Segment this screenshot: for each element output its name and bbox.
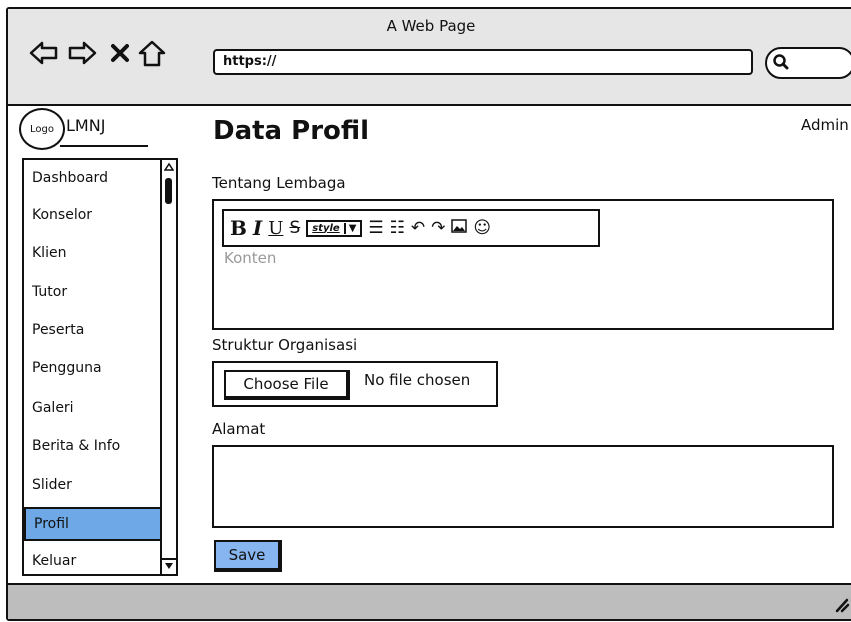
status-bar	[8, 583, 851, 619]
emoji-icon[interactable]: ☺	[473, 218, 491, 238]
search-icon	[773, 54, 789, 70]
sidebar-scrollbar[interactable]	[160, 160, 176, 574]
redo-icon[interactable]: ↷	[431, 218, 445, 238]
window-title: A Web Page	[386, 17, 476, 35]
scroll-up-icon[interactable]	[164, 162, 174, 172]
home-icon[interactable]	[136, 39, 168, 67]
undo-icon[interactable]: ↶	[411, 218, 425, 238]
save-button[interactable]: Save	[214, 540, 282, 572]
sidebar-item-slider[interactable]: Slider	[24, 467, 162, 503]
sidebar-item-profil[interactable]: Profil	[24, 507, 162, 541]
sidebar-item-klien[interactable]: Klien	[24, 235, 162, 271]
file-input[interactable]: Choose File No file chosen	[212, 361, 498, 407]
resize-grip-icon[interactable]	[834, 597, 850, 613]
sidebar-item-dashboard[interactable]: Dashboard	[24, 160, 162, 196]
alamat-textarea[interactable]	[212, 445, 834, 528]
address-bar[interactable]: https://	[213, 49, 753, 75]
sidebar-item-konselor[interactable]: Konselor	[24, 197, 162, 233]
brand-divider	[60, 145, 148, 147]
sidebar-item-tutor[interactable]: Tutor	[24, 274, 162, 310]
rich-text-editor[interactable]: B I U S style ▼ ☰ ☷ ↶ ↷ ☺ Konten	[212, 199, 834, 330]
brand-name: LMNJ	[66, 116, 106, 135]
sidebar-menu: Dashboard Konselor Klien Tutor Peserta P…	[22, 158, 178, 576]
editor-placeholder: Konten	[224, 249, 277, 267]
alamat-label: Alamat	[212, 420, 266, 438]
scroll-down-icon[interactable]	[162, 558, 176, 572]
sidebar-item-keluar[interactable]: Keluar	[24, 543, 162, 579]
sidebar-item-berita[interactable]: Berita & Info	[24, 428, 162, 464]
user-label[interactable]: Admin	[801, 116, 849, 134]
style-dropdown[interactable]: style ▼	[306, 219, 363, 237]
browser-chrome: A Web Page https://	[8, 9, 851, 106]
bullet-list-icon[interactable]: ☰	[368, 218, 383, 238]
page-title: Data Profil	[213, 116, 370, 146]
style-dropdown-label: style	[312, 222, 340, 234]
forward-icon[interactable]	[66, 39, 98, 67]
search-box[interactable]	[765, 47, 851, 79]
strikethrough-button[interactable]: S	[289, 218, 300, 238]
logo: Logo	[19, 108, 65, 150]
editor-toolbar: B I U S style ▼ ☰ ☷ ↶ ↷ ☺	[222, 209, 600, 247]
scrollbar-thumb[interactable]	[165, 178, 172, 204]
sidebar-item-peserta[interactable]: Peserta	[24, 312, 162, 348]
italic-button[interactable]: I	[253, 216, 262, 240]
choose-file-button[interactable]: Choose File	[224, 370, 350, 400]
bold-button[interactable]: B	[230, 216, 247, 240]
close-icon[interactable]	[104, 39, 136, 67]
struktur-label: Struktur Organisasi	[212, 336, 358, 354]
image-icon[interactable]	[451, 218, 468, 238]
file-status: No file chosen	[364, 371, 471, 389]
back-icon[interactable]	[28, 39, 60, 67]
numbered-list-icon[interactable]: ☷	[390, 218, 405, 238]
tentang-label: Tentang Lembaga	[212, 174, 346, 192]
sidebar-item-galeri[interactable]: Galeri	[24, 390, 162, 426]
underline-button[interactable]: U	[268, 218, 283, 239]
sidebar-item-pengguna[interactable]: Pengguna	[24, 350, 162, 386]
chevron-down-icon: ▼	[343, 222, 356, 234]
